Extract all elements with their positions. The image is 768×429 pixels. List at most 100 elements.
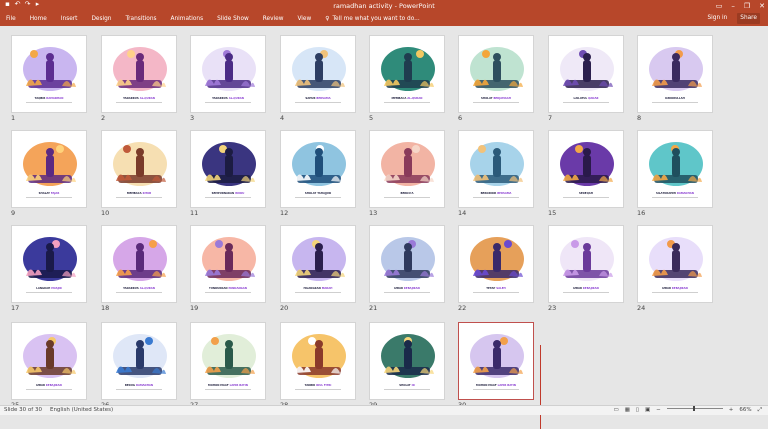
slide-thumbnail[interactable]: SHOLAT ID — [369, 322, 445, 400]
figure-head — [225, 243, 233, 251]
slide-caption: MEMBACA AL-QURAN — [373, 97, 441, 100]
slide-thumbnail[interactable]: MOHON MAAF LAHIR BATIN — [458, 322, 534, 400]
slide-thumbnail[interactable]: SHOLAT BERJAMAAH — [458, 35, 534, 113]
figure-head — [315, 340, 323, 348]
caption-divider — [116, 197, 162, 201]
moon-icon — [308, 337, 316, 345]
reading-view-icon[interactable]: ▯ — [636, 406, 639, 415]
close-icon[interactable]: ✕ — [759, 0, 765, 12]
zoom-in-icon[interactable]: + — [729, 406, 734, 415]
slide-caption-highlight: ID — [411, 384, 415, 387]
slide-thumbnail[interactable]: LAILATUL QADAR — [548, 35, 624, 113]
tab-home[interactable]: Home — [30, 14, 47, 24]
slide-caption: SEDEQAH — [552, 192, 620, 195]
slide-thumbnail[interactable]: IZBAR KEBAJIKAN — [637, 225, 713, 303]
slide-caption-highlight: BERSAMA — [316, 97, 331, 100]
figure-body — [315, 155, 323, 177]
fit-slide-icon[interactable]: ⤢ — [758, 406, 762, 415]
zoom-level[interactable]: 66% — [739, 406, 751, 415]
figure-body — [583, 250, 591, 272]
tab-file[interactable]: File — [6, 14, 16, 24]
slide-thumbnail[interactable]: TETAP SALEH — [458, 225, 534, 303]
slide-thumbnail[interactable]: MEMBACA AL-QURAN — [369, 35, 445, 113]
moon-icon — [127, 50, 135, 58]
slide-thumbnail[interactable]: SAHUR BERSAMA — [280, 35, 356, 113]
tab-animations[interactable]: Animations — [171, 14, 204, 24]
slide-thumbnail[interactable]: SILATURAHMI RAMADHAN — [637, 130, 713, 208]
figure-head — [46, 53, 54, 61]
tell-me-search[interactable]: ♀ Tell me what you want to do... — [325, 14, 419, 24]
figure-head — [583, 243, 591, 251]
slide-number: 3 — [190, 114, 195, 122]
ribbon-options-icon[interactable]: ▭ — [716, 0, 723, 12]
moon-icon — [211, 337, 219, 345]
figure-body — [493, 347, 501, 369]
slide-thumbnail[interactable]: LANGKAH MASJID — [11, 225, 87, 303]
slide-thumbnail[interactable]: HILANGKAN MARAH — [280, 225, 356, 303]
language-indicator[interactable]: English (United States) — [50, 406, 113, 415]
slide-thumbnail[interactable]: TADARRUS AL-QURAN — [101, 225, 177, 303]
slide-thumbnail[interactable]: BERDO'A — [369, 130, 445, 208]
minimize-icon[interactable]: – — [731, 0, 735, 12]
zoom-thumb[interactable] — [692, 406, 695, 411]
slideshow-view-icon[interactable]: ▣ — [645, 406, 650, 415]
figure-head — [404, 340, 412, 348]
slide-caption: TETAP SALEH — [462, 287, 530, 290]
slide-thumbnail[interactable]: TAQBIR RAMADHAN — [11, 35, 87, 113]
tab-design[interactable]: Design — [91, 14, 111, 24]
tab-slide-show[interactable]: Slide Show — [217, 14, 249, 24]
tab-transitions[interactable]: Transitions — [125, 14, 156, 24]
figure-head — [583, 148, 591, 156]
sorter-view-icon[interactable]: ▦ — [625, 406, 630, 415]
slide-thumbnail[interactable]: SEMPURNAKAN WUDU — [190, 130, 266, 208]
slide-thumbnail[interactable]: DZIKIRULLAH — [637, 35, 713, 113]
figure-body — [225, 155, 233, 177]
slide-caption-title: SEMPURNAKAN — [211, 192, 235, 195]
slide-caption-highlight: AL-QURAN — [139, 287, 155, 290]
slide-thumbnail[interactable]: TAKBIR IDUL FITRI — [280, 322, 356, 400]
slide-caption: IZBAR KEBAJIKAN — [373, 287, 441, 290]
figure-body — [404, 347, 412, 369]
restore-icon[interactable]: ❐ — [744, 0, 750, 12]
zoom-out-icon[interactable]: − — [656, 406, 661, 415]
moon-icon — [215, 240, 223, 248]
slide-caption-highlight: WUDU — [235, 192, 245, 195]
figure-body — [672, 155, 680, 177]
caption-divider — [116, 389, 162, 393]
slide-thumbnail[interactable]: SHOLAT TAHAJJUD — [280, 130, 356, 208]
slide-caption: MEMBACA KITAB — [105, 192, 173, 195]
slide-caption: BERDZIKIR BERSAMA — [462, 192, 530, 195]
slide-thumbnail[interactable]: MEMBACA KITAB — [101, 130, 177, 208]
slide-thumbnail[interactable]: TADARRUS AL-QURAN — [190, 35, 266, 113]
figure-body — [493, 250, 501, 272]
slide-thumbnail[interactable]: TUNDUKKAN PANDANGAN — [190, 225, 266, 303]
slide-number: 5 — [369, 114, 374, 122]
slide-thumbnail[interactable]: BEDUG RAMADHAN — [101, 322, 177, 400]
slide-thumbnail[interactable]: BERDZIKIR BERSAMA — [458, 130, 534, 208]
slide-caption-title: TAQBIR — [34, 97, 46, 100]
slide-thumbnail[interactable]: IZBAR KEBAJIKAN — [11, 322, 87, 400]
slide-thumbnail[interactable]: IZBAR KEBAJIKAN — [369, 225, 445, 303]
caption-divider — [473, 197, 519, 201]
tab-review[interactable]: Review — [263, 14, 284, 24]
slide-caption-title: LANGKAH — [36, 287, 51, 290]
tab-insert[interactable]: Insert — [61, 14, 78, 24]
slide-number: 10 — [101, 209, 110, 217]
figure-head — [225, 148, 233, 156]
slide-thumbnail[interactable]: IZBAR KEBAJIKAN — [548, 225, 624, 303]
slide-number: 18 — [101, 304, 110, 312]
zoom-slider[interactable] — [666, 406, 723, 411]
slide-thumbnail[interactable]: MOHON MAAF LAHIR BATIN — [190, 322, 266, 400]
slide-thumbnail[interactable]: TADARRUS AL-QURAN — [101, 35, 177, 113]
signin-link[interactable]: Sign in — [707, 13, 727, 24]
figure-head — [583, 53, 591, 61]
lightbulb-icon: ♀ — [325, 16, 330, 22]
ribbon-tabs-bar: File Home Insert Design Transitions Animation… — [0, 12, 768, 26]
share-button[interactable]: Share — [737, 13, 760, 24]
slide-thumbnail[interactable]: SEDEQAH — [548, 130, 624, 208]
moon-icon — [416, 50, 424, 58]
slide-caption-title: SHOLAT TAHAJJUD — [304, 192, 332, 195]
normal-view-icon[interactable]: ▭ — [614, 406, 619, 415]
tab-view[interactable]: View — [297, 14, 311, 24]
slide-thumbnail[interactable]: SHALAT FAJAR — [11, 130, 87, 208]
